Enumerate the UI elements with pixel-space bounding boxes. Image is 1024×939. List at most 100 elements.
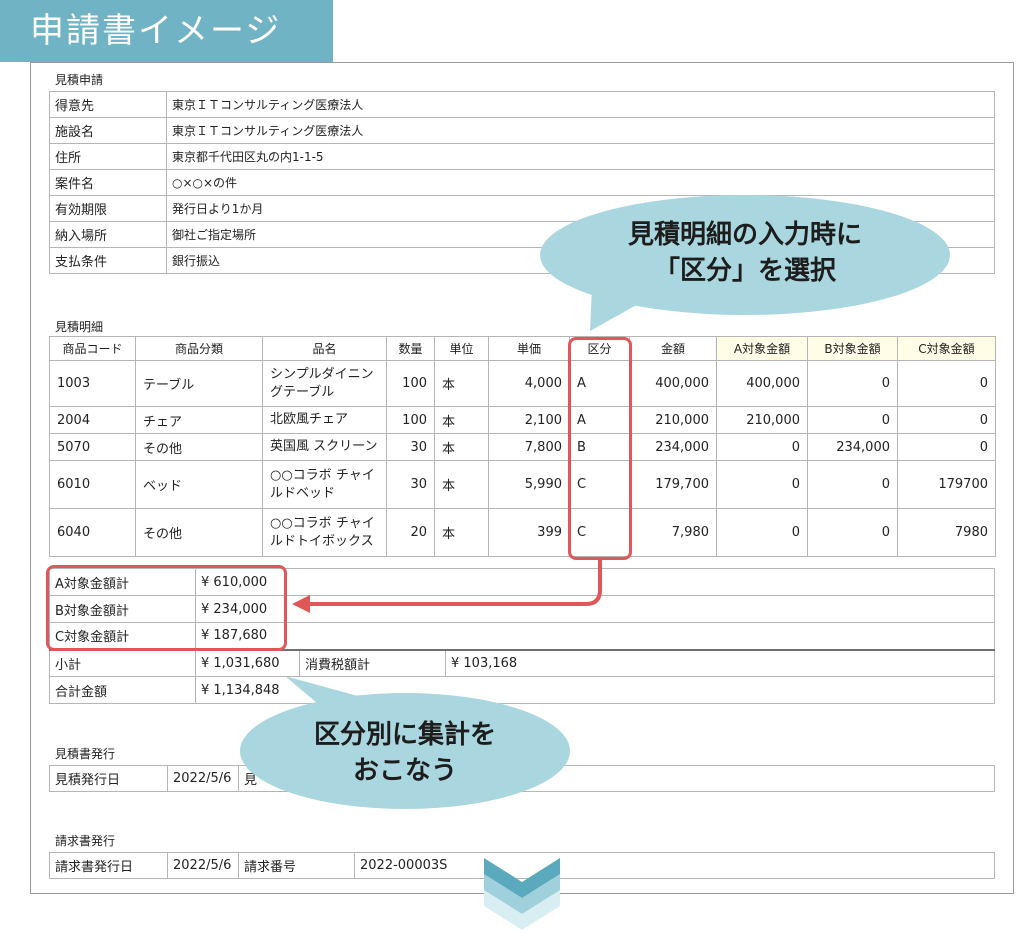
invoice-issue-section-label: 請求書発行 bbox=[55, 834, 116, 848]
detail-cell-c: 7980 bbox=[897, 508, 996, 557]
bottom-callout-line2: おこなう bbox=[352, 756, 457, 786]
estimate-field-label: 案件名 bbox=[49, 169, 167, 196]
detail-column-header: A対象金額 bbox=[716, 336, 808, 361]
detail-cell-category: その他 bbox=[135, 508, 263, 557]
chevron-down-icon bbox=[484, 858, 560, 930]
detail-cell-name: ○○コラボ チャイルドベッド bbox=[262, 460, 387, 509]
quote-issue-section-label: 見積書発行 bbox=[55, 747, 116, 761]
estimate-field-value: 東京都千代田区丸の内1-1-5 bbox=[166, 143, 995, 170]
detail-cell-a: 0 bbox=[716, 508, 808, 557]
detail-cell-name: ○○コラボ チャイルドトイボックス bbox=[262, 508, 387, 557]
top-callout-line2: 「区分」を選択 bbox=[653, 256, 836, 286]
detail-cell-qty: 100 bbox=[386, 406, 435, 434]
estimate-info-row: 案件名 ○×○×の件 bbox=[49, 169, 995, 196]
detail-cell-name: シンプルダイニングテーブル bbox=[262, 360, 387, 407]
estimate-detail-table: 商品コード 商品分類 品名 数量 単位 単価 区分 金額 A対象金額 B対象金額 C対象金額 100… bbox=[49, 336, 996, 557]
detail-column-header: C対象金額 bbox=[897, 336, 996, 361]
detail-cell-qty: 100 bbox=[386, 360, 435, 407]
detail-column-header: 単価 bbox=[488, 336, 570, 361]
detail-cell-code: 5070 bbox=[49, 433, 136, 461]
detail-cell-unit: 本 bbox=[434, 360, 489, 407]
estimate-field-value: 東京ＩＴコンサルティング医療法人 bbox=[166, 117, 995, 144]
detail-row: 6040 その他 ○○コラボ チャイルドトイボックス 20 本 399 C 7,980 0 0 79… bbox=[49, 508, 996, 557]
detail-cell-unit: 本 bbox=[434, 508, 489, 557]
detail-cell-name: 英国風 スクリーン bbox=[262, 433, 387, 461]
detail-cell-b: 0 bbox=[807, 460, 898, 509]
detail-cell-a: 210,000 bbox=[716, 406, 808, 434]
category-totals-highlight bbox=[46, 565, 287, 651]
subtotal-value: ¥ 1,031,680 bbox=[195, 649, 300, 677]
kubun-column-highlight bbox=[568, 337, 632, 560]
detail-cell-category: その他 bbox=[135, 433, 263, 461]
invoice-number-value: 2022-00003S bbox=[354, 852, 995, 879]
estimate-field-value: 東京ＩＴコンサルティング医療法人 bbox=[166, 91, 995, 118]
detail-cell-b: 234,000 bbox=[807, 433, 898, 461]
detail-cell-code: 6040 bbox=[49, 508, 136, 557]
detail-cell-code: 1003 bbox=[49, 360, 136, 407]
detail-column-header: 単位 bbox=[434, 336, 489, 361]
detail-row: 5070 その他 英国風 スクリーン 30 本 7,800 B 234,000 0 234,000… bbox=[49, 433, 996, 461]
tax-value: ¥ 103,168 bbox=[445, 649, 995, 677]
detail-cell-price: 2,100 bbox=[488, 406, 570, 434]
detail-cell-qty: 20 bbox=[386, 508, 435, 557]
estimate-field-label: 有効期限 bbox=[49, 195, 167, 222]
detail-cell-amount: 400,000 bbox=[629, 360, 717, 407]
detail-cell-amount: 234,000 bbox=[629, 433, 717, 461]
estimate-field-value: ○×○×の件 bbox=[166, 169, 995, 196]
detail-cell-price: 5,990 bbox=[488, 460, 570, 509]
grand-total-label: 合計金額 bbox=[49, 676, 196, 704]
detail-row: 2004 チェア 北欧風チェア 100 本 2,100 A 210,000 210,000 0 0 bbox=[49, 406, 996, 434]
estimate-field-label: 住所 bbox=[49, 143, 167, 170]
detail-cell-price: 7,800 bbox=[488, 433, 570, 461]
detail-column-header: 商品分類 bbox=[135, 336, 263, 361]
top-callout-text: 見積明細の入力時に 「区分」を選択 bbox=[560, 217, 930, 289]
detail-row: 1003 テーブル シンプルダイニングテーブル 100 本 4,000 A 400,000 40… bbox=[49, 360, 996, 407]
detail-cell-category: チェア bbox=[135, 406, 263, 434]
detail-cell-c: 0 bbox=[897, 433, 996, 461]
subtotal-label: 小計 bbox=[49, 649, 196, 677]
detail-cell-c: 179700 bbox=[897, 460, 996, 509]
detail-cell-b: 0 bbox=[807, 360, 898, 407]
detail-column-header: 商品コード bbox=[49, 336, 136, 361]
detail-column-header: 品名 bbox=[262, 336, 387, 361]
bottom-callout-text: 区分別に集計を おこなう bbox=[255, 717, 555, 789]
detail-cell-category: テーブル bbox=[135, 360, 263, 407]
detail-row: 6010 ベッド ○○コラボ チャイルドベッド 30 本 5,990 C 179,700 0 0 1… bbox=[49, 460, 996, 509]
detail-cell-amount: 179,700 bbox=[629, 460, 717, 509]
detail-cell-unit: 本 bbox=[434, 433, 489, 461]
estimate-field-label: 得意先 bbox=[49, 91, 167, 118]
detail-cell-a: 0 bbox=[716, 460, 808, 509]
detail-section-label: 見積明細 bbox=[55, 320, 104, 334]
detail-cell-code: 2004 bbox=[49, 406, 136, 434]
top-callout-line1: 見積明細の入力時に bbox=[627, 220, 862, 250]
detail-cell-qty: 30 bbox=[386, 460, 435, 509]
detail-cell-category: ベッド bbox=[135, 460, 263, 509]
invoice-date-label: 請求書発行日 bbox=[49, 852, 168, 879]
detail-column-header: B対象金額 bbox=[807, 336, 898, 361]
quote-date-label: 見積発行日 bbox=[49, 765, 168, 792]
estimate-info-row: 得意先 東京ＩＴコンサルティング医療法人 bbox=[49, 91, 995, 118]
bottom-callout-line1: 区分別に集計を bbox=[313, 720, 496, 750]
detail-cell-amount: 7,980 bbox=[629, 508, 717, 557]
detail-cell-code: 6010 bbox=[49, 460, 136, 509]
estimate-section-label: 見積申請 bbox=[55, 73, 104, 87]
estimate-info-row: 住所 東京都千代田区丸の内1-1-5 bbox=[49, 143, 995, 170]
detail-cell-a: 400,000 bbox=[716, 360, 808, 407]
estimate-field-label: 施設名 bbox=[49, 117, 167, 144]
detail-cell-b: 0 bbox=[807, 406, 898, 434]
quote-date-value: 2022/5/6 bbox=[167, 765, 239, 792]
detail-cell-c: 0 bbox=[897, 360, 996, 407]
detail-cell-unit: 本 bbox=[434, 460, 489, 509]
detail-cell-qty: 30 bbox=[386, 433, 435, 461]
estimate-field-label: 納入場所 bbox=[49, 221, 167, 248]
invoice-date-value: 2022/5/6 bbox=[167, 852, 239, 879]
detail-cell-b: 0 bbox=[807, 508, 898, 557]
estimate-info-row: 施設名 東京ＩＴコンサルティング医療法人 bbox=[49, 117, 995, 144]
detail-column-header: 数量 bbox=[386, 336, 435, 361]
detail-cell-c: 0 bbox=[897, 406, 996, 434]
detail-cell-unit: 本 bbox=[434, 406, 489, 434]
page-title-banner: 申請書イメージ bbox=[0, 0, 333, 62]
detail-column-header: 金額 bbox=[629, 336, 717, 361]
detail-cell-a: 0 bbox=[716, 433, 808, 461]
detail-cell-name: 北欧風チェア bbox=[262, 406, 387, 434]
